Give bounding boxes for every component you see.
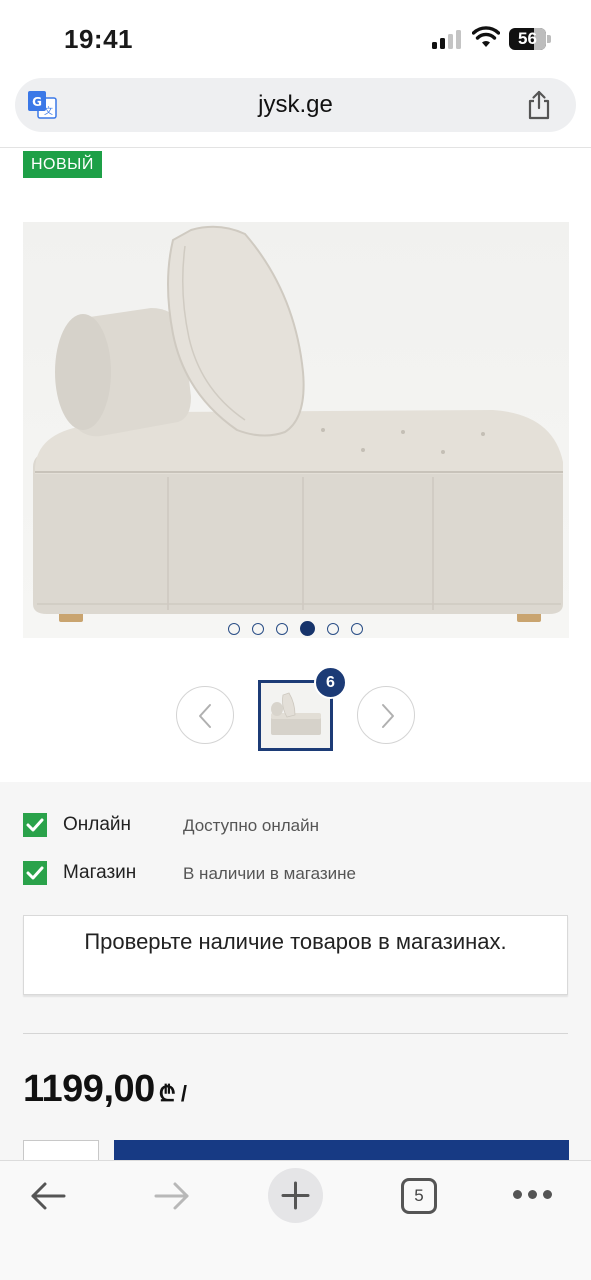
sofa-chair-illustration [33, 225, 563, 622]
price-unit: ₾ / [158, 1081, 187, 1106]
tabs-button[interactable]: 5 [401, 1178, 437, 1214]
share-icon[interactable] [526, 90, 552, 120]
browser-toolbar: 5 [0, 1160, 591, 1280]
carousel-dot[interactable] [351, 623, 363, 635]
battery-icon: 56 [509, 28, 551, 50]
new-tab-button[interactable] [268, 1168, 323, 1223]
carousel-dot-active[interactable] [300, 621, 315, 636]
forward-arrow-icon[interactable] [152, 1180, 192, 1212]
price-value: 1199,00 [23, 1068, 155, 1110]
address-bar[interactable]: G 文 jysk.ge [15, 78, 576, 132]
store-status: В наличии в магазине [183, 864, 357, 883]
new-badge: НОВЫЙ [23, 151, 102, 178]
wifi-icon [472, 26, 500, 47]
product-image[interactable] [23, 222, 569, 638]
carousel-dot[interactable] [327, 623, 339, 635]
section-divider [23, 1033, 568, 1034]
url-text[interactable]: jysk.ge [15, 91, 576, 119]
battery-level: 56 [518, 29, 537, 48]
status-bar: 19:41 56 [0, 0, 591, 76]
thumbnail-count-badge: 6 [314, 666, 347, 699]
check-stores-button[interactable]: Проверьте наличие товаров в магазинах. [23, 915, 568, 995]
check-stores-label: Проверьте наличие товаров в магазинах. [84, 929, 507, 954]
status-time: 19:41 [64, 24, 133, 54]
more-icon[interactable] [513, 1190, 552, 1200]
plus-icon [281, 1181, 310, 1210]
carousel-dot[interactable] [276, 623, 288, 635]
chevron-right-icon [382, 704, 394, 728]
next-image-button[interactable] [357, 686, 415, 744]
back-arrow-icon[interactable] [28, 1180, 68, 1212]
store-label: Магазин [63, 862, 137, 883]
cellular-signal-icon [432, 29, 464, 49]
carousel-dot[interactable] [252, 623, 264, 635]
online-label: Онлайн [63, 814, 132, 835]
check-icon [23, 861, 47, 885]
availability-section: Онлайн Доступно онлайн Магазин В наличии… [0, 782, 591, 1170]
carousel-dot[interactable] [228, 623, 240, 635]
previous-image-button[interactable] [176, 686, 234, 744]
online-status: Доступно онлайн [183, 816, 320, 835]
address-bar-divider [0, 147, 591, 148]
chevron-left-icon [199, 704, 211, 728]
check-icon [23, 813, 47, 837]
carousel-dots [228, 621, 363, 637]
product-price: 1199,00 ₾ / [23, 1068, 187, 1111]
